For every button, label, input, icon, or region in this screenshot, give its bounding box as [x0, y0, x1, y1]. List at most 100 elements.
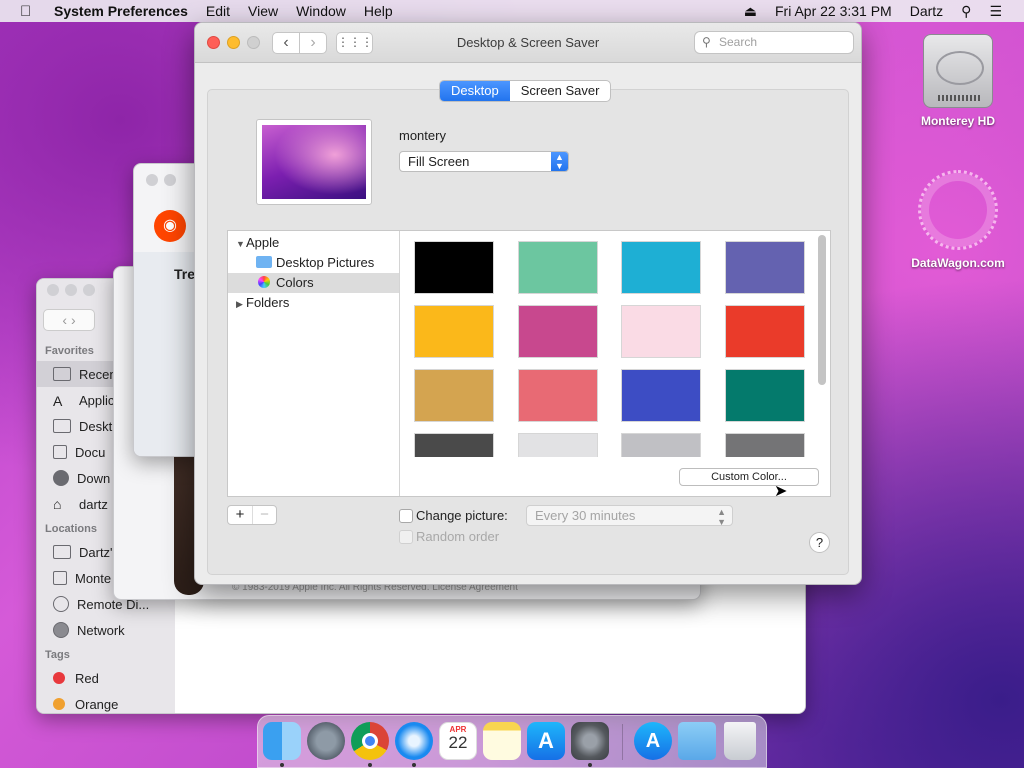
- random-order-label: Random order: [416, 529, 500, 544]
- disc-icon: [53, 596, 69, 612]
- launchpad-icon[interactable]: [307, 722, 345, 760]
- disclosure-closed-icon[interactable]: ▶: [236, 294, 246, 314]
- notes-icon[interactable]: [483, 722, 521, 760]
- disclosure-open-icon[interactable]: ▼: [236, 234, 246, 254]
- search-icon: ⚲: [702, 35, 711, 49]
- fill-mode-popup[interactable]: Fill Screen ▲ ▼: [399, 151, 569, 172]
- sidebar-item-network[interactable]: Network: [37, 617, 175, 643]
- trash-icon[interactable]: [724, 722, 756, 760]
- source-item-desktop-pictures[interactable]: Desktop Pictures: [228, 253, 399, 273]
- color-swatch[interactable]: [414, 433, 494, 457]
- color-swatch[interactable]: [621, 433, 701, 457]
- mandala-icon: [918, 170, 998, 250]
- search-field[interactable]: ⚲ Search: [694, 31, 854, 54]
- desktop-icon-label: Monterey HD: [920, 114, 995, 128]
- system-preferences-icon[interactable]: [571, 722, 609, 760]
- source-item-colors[interactable]: Colors: [228, 273, 399, 293]
- menu-help[interactable]: Help: [364, 3, 393, 19]
- download-icon: [53, 470, 69, 486]
- help-button[interactable]: ?: [809, 532, 830, 553]
- apple-menu-icon[interactable]: : [20, 3, 38, 20]
- search-placeholder: Search: [719, 35, 758, 49]
- color-swatch[interactable]: [518, 433, 598, 457]
- picture-name: montery: [399, 128, 446, 143]
- menu-view[interactable]: View: [248, 3, 278, 19]
- control-center-icon[interactable]: ☰: [989, 3, 1002, 20]
- page-heading-fragment: Tre: [174, 266, 196, 282]
- menu-app-name[interactable]: System Preferences: [54, 3, 188, 19]
- chevron-updown-icon: ▲ ▼: [717, 507, 726, 527]
- menu-clock[interactable]: Fri Apr 22 3:31 PM: [775, 3, 892, 19]
- tags-title: Tags: [45, 649, 70, 661]
- color-swatch[interactable]: [518, 241, 598, 294]
- tag-dot: [53, 672, 65, 684]
- app-store-folder-icon[interactable]: A: [634, 722, 672, 760]
- remove-folder-button[interactable]: −: [251, 506, 276, 524]
- sidebar-tag-red[interactable]: Red: [37, 665, 175, 691]
- desktop-screensaver-window[interactable]: ‹ › ⋮⋮⋮ Desktop & Screen Saver ⚲ Search …: [194, 22, 862, 585]
- dock-separator: [622, 724, 623, 760]
- custom-color-button[interactable]: Custom Color...: [679, 468, 819, 486]
- wallpaper-thumbnail: [262, 125, 366, 199]
- fill-mode-value: Fill Screen: [408, 154, 470, 169]
- folder-icon: [256, 256, 272, 268]
- document-icon: [53, 445, 67, 459]
- source-group-folders[interactable]: ▶ Folders: [228, 293, 399, 313]
- finder-back-forward[interactable]: ‹ ›: [43, 309, 95, 331]
- color-swatch[interactable]: [621, 241, 701, 294]
- color-swatch[interactable]: [621, 369, 701, 422]
- mouse-pointer-icon: ➤: [774, 483, 788, 500]
- disk-icon: [53, 571, 67, 585]
- color-swatch[interactable]: [518, 369, 598, 422]
- tab-screen-saver[interactable]: Screen Saver: [510, 81, 611, 101]
- title-bar[interactable]: ‹ › ⋮⋮⋮ Desktop & Screen Saver ⚲ Search: [195, 23, 861, 63]
- chrome-icon[interactable]: [351, 722, 389, 760]
- spotlight-icon[interactable]: ⚲: [961, 3, 971, 20]
- finder-icon[interactable]: [263, 722, 301, 760]
- menu-user[interactable]: Dartz: [910, 3, 943, 19]
- tag-dot: [53, 698, 65, 710]
- applications-icon: A: [53, 393, 63, 409]
- recents-icon: [53, 367, 71, 381]
- safari-icon[interactable]: [395, 722, 433, 760]
- menu-edit[interactable]: Edit: [206, 3, 230, 19]
- color-swatch[interactable]: [725, 305, 805, 358]
- computer-icon: [53, 545, 71, 559]
- swatch-scrollbar[interactable]: [818, 235, 826, 385]
- app-store-icon[interactable]: A: [527, 722, 565, 760]
- calendar-icon[interactable]: APR 22: [439, 722, 477, 760]
- interval-value: Every 30 minutes: [535, 508, 636, 523]
- color-swatch[interactable]: [414, 241, 494, 294]
- desktop-icon-label: DataWagon.com: [911, 256, 1005, 270]
- browser-window[interactable]: ◉ Tre: [133, 163, 203, 457]
- color-swatch[interactable]: [414, 305, 494, 358]
- color-swatch[interactable]: [725, 241, 805, 294]
- color-swatch[interactable]: [518, 305, 598, 358]
- color-swatch[interactable]: [725, 369, 805, 422]
- downloads-folder-icon[interactable]: [678, 722, 716, 760]
- change-picture-label: Change picture:: [416, 508, 508, 523]
- sidebar-tag-orange[interactable]: Orange: [37, 691, 175, 713]
- color-swatch[interactable]: [414, 369, 494, 422]
- menu-window[interactable]: Window: [296, 3, 346, 19]
- add-folder-button[interactable]: +: [228, 506, 252, 524]
- tab-desktop[interactable]: Desktop: [440, 81, 510, 101]
- random-order-checkbox[interactable]: [399, 530, 413, 544]
- desktop-icon-monterey-hd[interactable]: Monterey HD: [908, 34, 1008, 128]
- interval-popup[interactable]: Every 30 minutes ▲ ▼: [526, 505, 733, 527]
- desktop-icon-datawagon[interactable]: DataWagon.com: [908, 170, 1008, 270]
- change-picture-checkbox[interactable]: [399, 509, 413, 523]
- calendar-day: 22: [448, 733, 468, 752]
- reddit-icon: ◉: [154, 210, 186, 242]
- eject-icon[interactable]: ⏏: [744, 3, 757, 20]
- source-list: ▼Apple Desktop Pictures Colors ▶ Folders: [228, 231, 400, 496]
- wallpaper-preview: [256, 119, 372, 205]
- source-group-apple[interactable]: ▼Apple: [228, 233, 399, 253]
- color-swatch[interactable]: [621, 305, 701, 358]
- home-icon: ⌂: [53, 496, 62, 512]
- network-icon: [53, 622, 69, 638]
- menu-bar:  System Preferences Edit View Window He…: [0, 0, 1024, 22]
- chevron-updown-icon: ▲ ▼: [551, 152, 568, 171]
- color-swatch[interactable]: [725, 433, 805, 457]
- color-wheel-icon: [258, 276, 270, 288]
